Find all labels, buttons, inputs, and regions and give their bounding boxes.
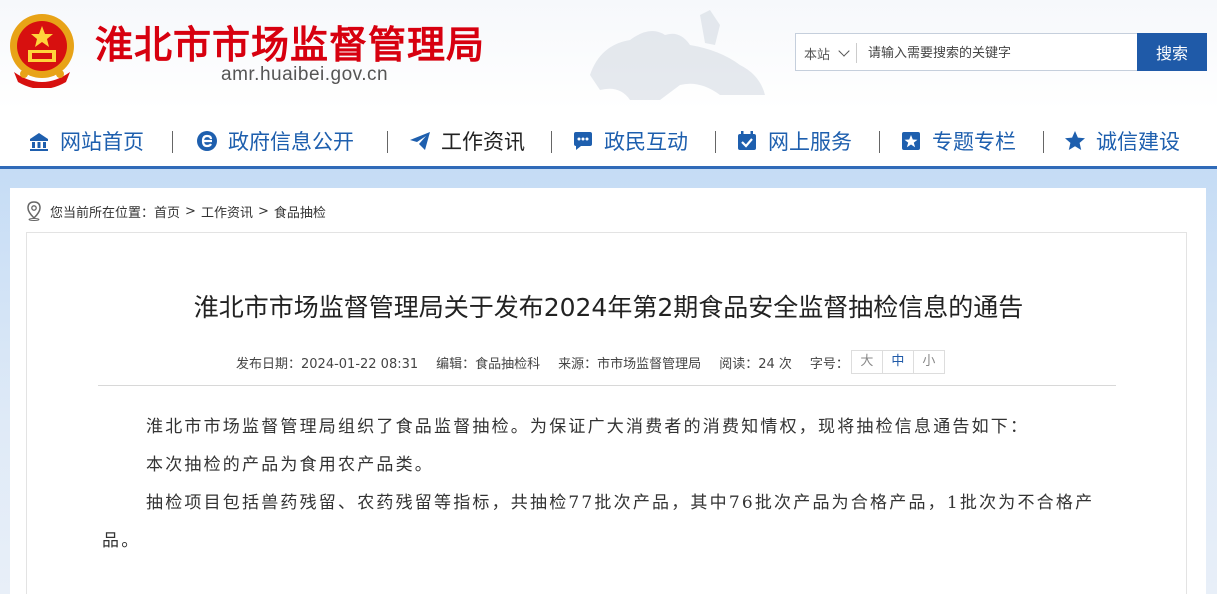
paragraph: 抽检项目包括兽药残留、农药残留等指标，共抽检77批次产品，其中76批次产品为合格…: [102, 493, 1095, 551]
font-size-label: 字号：: [809, 356, 849, 372]
nav-item-label: 专题专栏: [932, 130, 1016, 154]
article-title: 淮北市市场监督管理局关于发布2024年第2期食品安全监督抽检信息的通告: [193, 293, 1024, 322]
star-box-icon: [902, 132, 920, 150]
chat-icon: [574, 132, 592, 150]
font-size-medium-button[interactable]: 中: [883, 351, 914, 373]
nav-divider: [172, 131, 173, 153]
search-button[interactable]: 搜索: [1137, 33, 1207, 71]
home-icon: [30, 133, 48, 151]
search-scope-label: 本站: [804, 48, 831, 63]
font-size-large-button[interactable]: 大: [852, 351, 883, 373]
site-header: 淮北市市场监督管理局 amr.huaibei.gov.cn 本站 搜索: [0, 0, 1217, 110]
paper-plane-icon: [410, 132, 430, 150]
nav-divider: [551, 131, 552, 153]
view-count: 阅读：24 次: [719, 356, 792, 372]
breadcrumb-link-work-news[interactable]: 工作资讯: [201, 202, 253, 221]
search-box: 本站: [795, 33, 1138, 71]
nav-item-online-service[interactable]: 网上服务: [736, 126, 852, 156]
nav-item-credit[interactable]: 诚信建设: [1064, 126, 1180, 156]
national-emblem-icon: [10, 14, 74, 88]
nav-item-work-news[interactable]: 工作资讯: [409, 126, 525, 156]
font-size-switcher: 大 中 小: [850, 350, 945, 374]
nav-item-home[interactable]: 网站首页: [28, 126, 144, 156]
search-input[interactable]: [866, 38, 1130, 68]
breadcrumb-link-food-inspection[interactable]: 食品抽检: [274, 202, 326, 221]
nav-divider: [879, 131, 880, 153]
article-meta: 发布日期：2024-01-22 08:31 编辑：食品抽检科 来源：市市场监督管…: [236, 350, 945, 374]
nav-item-label: 诚信建设: [1096, 130, 1180, 154]
chevron-down-icon: [838, 45, 850, 57]
search-scope-select[interactable]: 本站: [804, 44, 850, 63]
paragraph: 本次抽检的产品为食用农产品类。: [146, 455, 434, 475]
nav-divider: [387, 131, 388, 153]
main-nav: 网站首页 政府信息公开 工作资讯 政民互动 网上服务 专题专栏 诚信建设: [0, 118, 1217, 166]
calendar-check-icon: [738, 131, 756, 150]
location-pin-icon: [27, 201, 41, 221]
title-divider: [98, 385, 1116, 386]
search-divider: [856, 43, 857, 63]
star-icon: [1065, 131, 1085, 150]
nav-item-label: 网站首页: [60, 130, 144, 154]
publish-date: 发布日期：2024-01-22 08:31: [236, 356, 419, 372]
editor: 编辑：食品抽检科: [436, 356, 541, 372]
horse-statue-watermark: [590, 10, 765, 100]
breadcrumb: 您当前所在位置： 首页 > 工作资讯 > 食品抽检: [26, 200, 331, 222]
breadcrumb-separator: >: [185, 203, 196, 219]
nav-item-interaction[interactable]: 政民互动: [572, 126, 688, 156]
breadcrumb-link-home[interactable]: 首页: [154, 202, 180, 221]
nav-item-label: 政民互动: [604, 130, 688, 154]
nav-divider: [1043, 131, 1044, 153]
nav-item-gov-info[interactable]: 政府信息公开: [196, 126, 354, 156]
nav-item-label: 网上服务: [768, 130, 852, 154]
article-body: 淮北市市场监督管理局组织了食品监督抽检。为保证广大消费者的消费知情权，现将抽检信…: [102, 408, 1116, 560]
breadcrumb-prefix: 您当前所在位置：: [50, 205, 155, 221]
breadcrumb-separator: >: [257, 203, 269, 219]
site-domain: amr.huaibei.gov.cn: [221, 64, 389, 85]
nav-item-special-topics[interactable]: 专题专栏: [900, 126, 1016, 156]
site-title[interactable]: 淮北市市场监督管理局: [95, 14, 485, 69]
source: 来源：市市场监督管理局: [558, 356, 702, 372]
e-gov-icon: [197, 131, 217, 151]
nav-item-label: 政府信息公开: [228, 130, 354, 154]
nav-divider: [715, 131, 716, 153]
font-size-small-button[interactable]: 小: [914, 351, 944, 373]
nav-item-label: 工作资讯: [441, 130, 525, 154]
paragraph: 淮北市市场监督管理局组织了食品监督抽检。为保证广大消费者的消费知情权，现将抽检信…: [146, 417, 1030, 437]
